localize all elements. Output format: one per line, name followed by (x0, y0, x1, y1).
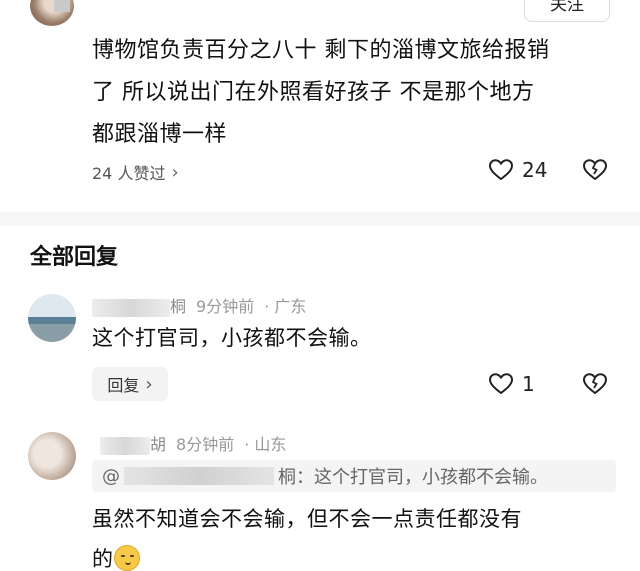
reply-text-line: 虽然不知道会不会输，但不会一点责任都没有 (92, 507, 522, 531)
heart-outline-icon (488, 373, 514, 395)
post-content-line: 博物馆负责百分之八十 剩下的淄博文旅给报销 (92, 38, 550, 63)
post-like-button[interactable]: 24 (488, 158, 547, 182)
post-dislike-button[interactable] (582, 158, 608, 182)
reply-username[interactable]: 桐 (170, 297, 186, 316)
reply-location: · 山东 (244, 435, 287, 454)
likers-count-label: 24 人赞过 (92, 164, 166, 183)
quote-at: @ (102, 465, 120, 487)
reply-avatar[interactable] (28, 432, 76, 480)
avatar-blur (54, 0, 70, 12)
reply-meta: 桐 9分钟前 · 广东 (92, 293, 306, 317)
blurred-quoted-username (124, 467, 274, 485)
reply-text-tail: 的 (92, 547, 114, 571)
reply-avatar[interactable] (28, 294, 76, 342)
post-like-count: 24 (522, 158, 548, 182)
chevron-right-icon: › (171, 161, 179, 183)
reply-username[interactable]: 胡 (150, 435, 166, 454)
reply-text: 这个打官司，小孩都不会输。 (92, 326, 372, 350)
chevron-right-icon: › (145, 373, 153, 395)
smirk-emoji-icon (113, 545, 140, 571)
blurred-username (100, 436, 150, 455)
quoted-reply[interactable]: @ 桐：这个打官司，小孩都不会输。 (92, 460, 616, 492)
broken-heart-icon (582, 159, 608, 181)
reply-dislike-button[interactable] (582, 372, 608, 396)
reply-button-label: 回复 (107, 376, 140, 395)
reply-text: 虽然不知道会不会输，但不会一点责任都没有 的 (92, 499, 522, 571)
post-content: 博物馆负责百分之八十 剩下的淄博文旅给报销 了 所以说出门在外照看好孩子 不是那… (92, 30, 622, 156)
reply-meta: 胡 8分钟前 · 山东 (100, 431, 286, 455)
reply-like-count: 1 (522, 372, 535, 396)
reply-button[interactable]: 回复 › (92, 367, 168, 401)
heart-outline-icon (488, 159, 514, 181)
likers-link[interactable]: 24 人赞过 › (92, 160, 179, 184)
reply-time: 9分钟前 (196, 297, 255, 316)
reply-time: 8分钟前 (176, 435, 235, 454)
author-avatar[interactable] (30, 0, 74, 26)
follow-button[interactable]: 关注 (524, 0, 610, 22)
reply-text-line: 的 (92, 539, 522, 571)
broken-heart-icon (582, 373, 608, 395)
post-content-line: 了 所以说出门在外照看好孩子 不是那个地方 (92, 80, 535, 105)
post-content-line: 都跟淄博一样 (92, 122, 228, 147)
reply-like-button[interactable]: 1 (488, 372, 535, 396)
section-divider (0, 212, 640, 226)
replies-section-title: 全部回复 (30, 245, 119, 270)
blurred-username (92, 298, 170, 317)
quote-text: 桐：这个打官司，小孩都不会输。 (278, 467, 548, 488)
reply-location: · 广东 (264, 297, 307, 316)
